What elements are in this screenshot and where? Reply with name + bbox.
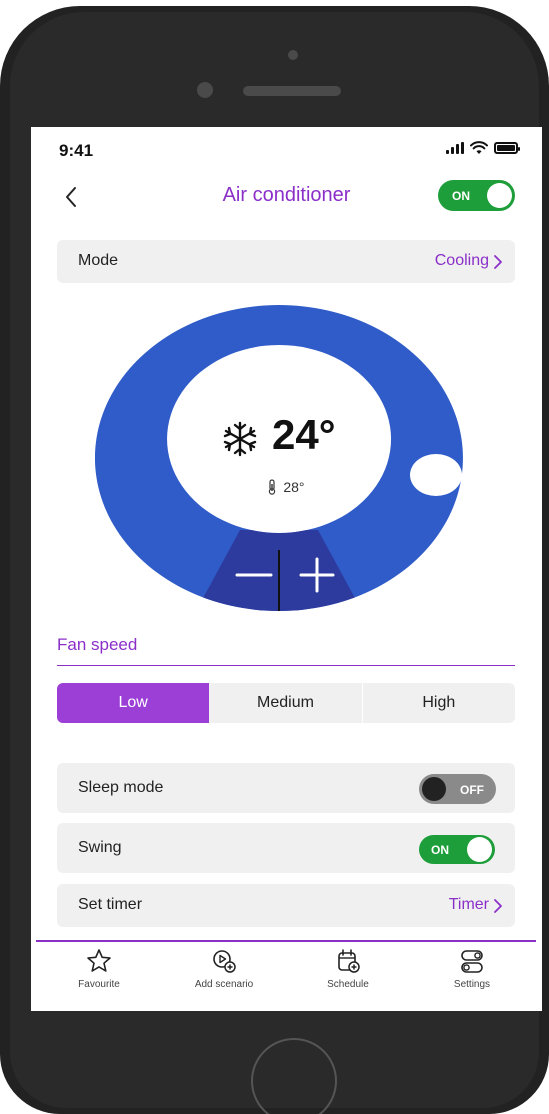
add-scenario-icon <box>213 950 236 973</box>
mode-row[interactable]: Mode Cooling <box>57 240 515 283</box>
star-icon <box>87 949 111 972</box>
plus-icon <box>299 557 335 593</box>
set-timer-row[interactable]: Set timer Timer <box>57 884 515 927</box>
earpiece-speaker <box>243 86 341 96</box>
nav-add-scenario-label: Add scenario <box>194 979 254 990</box>
mode-value: Cooling <box>434 252 489 269</box>
toggle-knob <box>467 837 492 862</box>
swing-toggle[interactable]: ON <box>419 835 495 864</box>
nav-settings[interactable]: Settings <box>422 947 522 990</box>
nav-settings-label: Settings <box>453 979 491 990</box>
sleep-mode-row: Sleep mode OFF <box>57 763 515 813</box>
snowflake-icon <box>223 421 257 457</box>
battery-icon <box>494 142 520 154</box>
wifi-icon <box>470 141 488 154</box>
thermometer-icon <box>269 479 276 495</box>
fan-speed-selector: Low Medium High <box>57 683 515 723</box>
sleep-mode-toggle[interactable]: OFF <box>419 774 496 804</box>
nav-divider <box>36 940 536 942</box>
fan-speed-medium[interactable]: Medium <box>209 683 361 723</box>
chevron-right-icon <box>494 899 502 913</box>
timer-value: Timer <box>448 896 489 913</box>
set-timer-label: Set timer <box>78 896 143 913</box>
nav-schedule-label: Schedule <box>327 979 369 990</box>
temperature-readout: 24° 28° <box>174 355 398 545</box>
increase-temperature-button[interactable] <box>287 547 345 607</box>
sleep-mode-label: Sleep mode <box>78 779 164 796</box>
fan-speed-title: Fan speed <box>57 635 138 654</box>
minus-icon <box>235 573 273 577</box>
calendar-add-icon <box>338 949 360 973</box>
swing-label: Swing <box>78 839 122 856</box>
home-button[interactable] <box>251 1038 337 1114</box>
status-icons <box>446 141 520 155</box>
proximity-sensor <box>197 82 213 98</box>
fan-speed-high[interactable]: High <box>363 683 515 723</box>
room-temperature: 28° <box>174 479 398 495</box>
nav-favourite-label: Favourite <box>78 979 120 990</box>
room-temperature-value: 28° <box>283 479 305 495</box>
dial-handle[interactable] <box>410 454 462 496</box>
section-divider <box>57 665 515 666</box>
app-screen: 9:41 Air conditioner ON Mode Cooling 24°… <box>31 127 542 1011</box>
fan-speed-low[interactable]: Low <box>57 683 210 723</box>
set-temperature: 24° <box>272 411 336 458</box>
nav-add-scenario[interactable]: Add scenario <box>174 947 274 990</box>
toggle-knob <box>422 777 446 801</box>
nav-schedule[interactable]: Schedule <box>298 947 398 990</box>
nav-favourite[interactable]: Favourite <box>49 947 149 990</box>
front-camera <box>288 50 298 60</box>
status-time: 9:41 <box>59 141 94 160</box>
bottom-nav: Favourite Add scenario Schedule Settings <box>31 947 542 1011</box>
power-toggle[interactable]: ON <box>438 180 515 211</box>
toggle-knob <box>487 183 512 208</box>
mode-label: Mode <box>78 252 119 269</box>
sleep-toggle-label: OFF <box>460 783 484 797</box>
swing-toggle-label: ON <box>431 843 449 857</box>
decrease-temperature-button[interactable] <box>227 547 283 607</box>
chevron-right-icon <box>494 255 502 269</box>
signal-icon <box>446 142 464 154</box>
swing-row: Swing ON <box>57 823 515 873</box>
power-toggle-label: ON <box>452 189 470 203</box>
settings-toggles-icon <box>461 950 483 973</box>
